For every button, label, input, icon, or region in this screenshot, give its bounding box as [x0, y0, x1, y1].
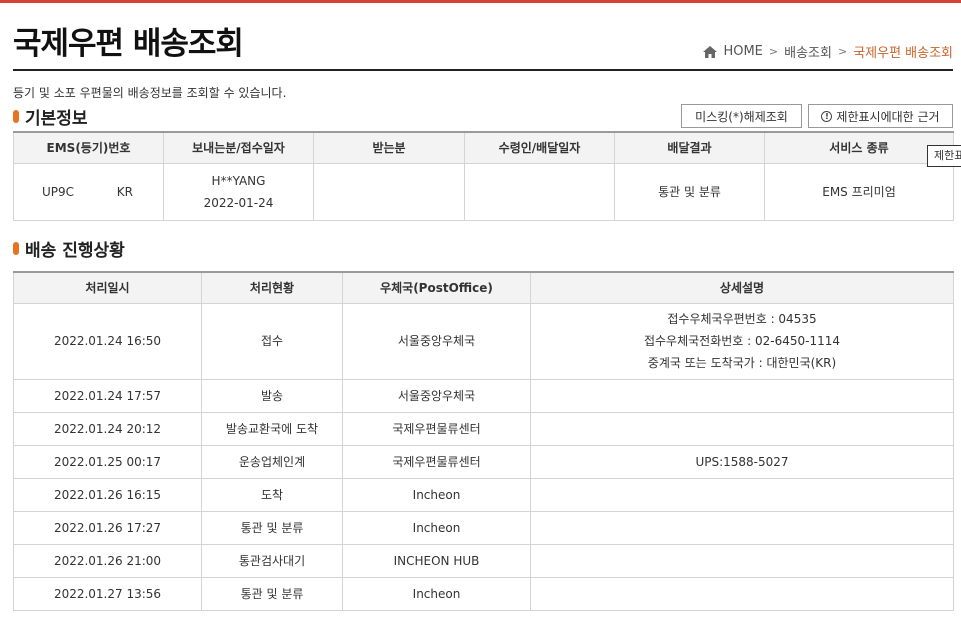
office-cell: 국제우편물류센터 — [342, 411, 531, 446]
datetime-cell: 2022.01.24 17:57 — [13, 378, 202, 413]
column-header: 배달결과 — [614, 131, 765, 164]
title-divider — [13, 69, 953, 71]
table-row: 2022.01.26 17:27 통관 및 분류 Incheon — [13, 510, 954, 545]
detail-line: 중계국 또는 도착국가 : 대한민국(KR) — [647, 356, 837, 370]
datetime-cell: 2022.01.27 13:56 — [13, 576, 202, 611]
status-cell: 운송업체인계 — [201, 444, 343, 479]
tracking-suffix: KR — [116, 184, 133, 199]
table-row: 2022.01.24 17:57 발송 서울중앙우체국 — [13, 378, 954, 413]
basic-info-heading: 기본정보 — [13, 104, 88, 129]
sender-date-cell: H**YANG 2022-01-24 — [163, 162, 314, 221]
detail-cell — [530, 510, 954, 545]
column-header: 처리현황 — [201, 271, 343, 304]
table-row: 2022.01.26 21:00 통관검사대기 INCHEON HUB — [13, 543, 954, 578]
sender-name: H**YANG — [211, 173, 266, 188]
detail-cell: UPS:1588-5027 — [530, 444, 954, 479]
datetime-cell: 2022.01.24 20:12 — [13, 411, 202, 446]
receiver-cell — [313, 162, 465, 221]
datetime-cell: 2022.01.25 00:17 — [13, 444, 202, 479]
column-header: 상세설명 — [530, 271, 954, 304]
chevron-right-icon: > — [768, 45, 779, 58]
status-cell: 접수 — [201, 302, 343, 380]
table-row: 2022.01.25 00:17 운송업체인계 국제우편물류센터 UPS:158… — [13, 444, 954, 479]
column-header: 보내는분/접수일자 — [163, 131, 314, 164]
unmask-button-label: 미스킹(*)해제조회 — [695, 109, 788, 124]
tooltip: 제한표 — [927, 145, 961, 167]
section-bullet-icon — [13, 242, 19, 255]
restriction-button-label: 제한표시에대한 근거 — [836, 109, 940, 124]
table-row: UP9C KR H**YANG 2022-01-24 통관 및 분류 EMS 프… — [13, 162, 954, 221]
office-cell: INCHEON HUB — [342, 543, 531, 578]
restriction-basis-button[interactable]: ! 제한표시에대한 근거 — [808, 104, 953, 128]
table-row: 2022.01.24 16:50 접수 서울중앙우체국 접수우체국우편번호 : … — [13, 302, 954, 380]
basic-info-title: 기본정보 — [25, 109, 88, 129]
delivery-result-cell: 통관 및 분류 — [614, 162, 765, 221]
breadcrumb: HOME > 배송조회 > 국제우편 배송조회 — [703, 42, 953, 61]
status-cell: 통관 및 분류 — [201, 510, 343, 545]
detail-cell — [530, 378, 954, 413]
recipient-date-cell — [464, 162, 615, 221]
section-bullet-icon — [13, 110, 19, 123]
breadcrumb-home[interactable]: HOME — [723, 44, 762, 59]
table-header-row: EMS(등기)번호 보내는분/접수일자 받는분 수령인/배달일자 배달결과 서비… — [13, 131, 954, 164]
table-row: 2022.01.27 13:56 통관 및 분류 Incheon — [13, 576, 954, 611]
office-cell: 국제우편물류센터 — [342, 444, 531, 479]
table-row: 2022.01.26 16:15 도착 Incheon — [13, 477, 954, 512]
status-cell: 발송 — [201, 378, 343, 413]
progress-heading: 배송 진행상황 — [13, 236, 125, 261]
home-icon[interactable] — [703, 45, 718, 58]
info-icon: ! — [821, 110, 833, 122]
breadcrumb-level1[interactable]: 배송조회 — [784, 42, 832, 61]
column-header: EMS(등기)번호 — [13, 131, 164, 164]
column-header: 우체국(PostOffice) — [342, 271, 531, 304]
detail-cell: 접수우체국우편번호 : 04535 접수우체국전화번호 : 02-6450-11… — [530, 302, 954, 380]
chevron-right-icon: > — [837, 45, 848, 58]
column-header: 서비스 종류 — [764, 131, 954, 164]
progress-table: 처리일시 처리현황 우체국(PostOffice) 상세설명 2022.01.2… — [13, 271, 954, 611]
detail-line: 접수우체국우편번호 : 04535 — [667, 312, 817, 326]
datetime-cell: 2022.01.26 17:27 — [13, 510, 202, 545]
datetime-cell: 2022.01.26 21:00 — [13, 543, 202, 578]
office-cell: Incheon — [342, 477, 531, 512]
table-header-row: 처리일시 처리현황 우체국(PostOffice) 상세설명 — [13, 271, 954, 304]
service-type-cell: EMS 프리미엄 — [764, 162, 954, 221]
basic-info-table: EMS(등기)번호 보내는분/접수일자 받는분 수령인/배달일자 배달결과 서비… — [13, 131, 954, 221]
table-row: 2022.01.24 20:12 발송교환국에 도착 국제우편물류센터 — [13, 411, 954, 446]
office-cell: 서울중앙우체국 — [342, 378, 531, 413]
detail-cell — [530, 411, 954, 446]
status-cell: 통관검사대기 — [201, 543, 343, 578]
detail-cell — [530, 543, 954, 578]
tracking-number-cell: UP9C KR — [13, 162, 164, 221]
column-header: 받는분 — [313, 131, 465, 164]
detail-cell — [530, 477, 954, 512]
datetime-cell: 2022.01.26 16:15 — [13, 477, 202, 512]
intro-text: 등기 및 소포 우편물의 배송정보를 조회할 수 있습니다. — [13, 86, 287, 100]
status-cell: 발송교환국에 도착 — [201, 411, 343, 446]
detail-line: 접수우체국전화번호 : 02-6450-1114 — [643, 334, 841, 348]
page-title: 국제우편 배송조회 — [13, 26, 244, 62]
office-cell: Incheon — [342, 510, 531, 545]
status-cell: 통관 및 분류 — [201, 576, 343, 611]
column-header: 처리일시 — [13, 271, 202, 304]
receipt-date: 2022-01-24 — [203, 195, 274, 210]
unmask-button[interactable]: 미스킹(*)해제조회 — [681, 104, 802, 128]
column-header: 수령인/배달일자 — [464, 131, 615, 164]
office-cell: 서울중앙우체국 — [342, 302, 531, 380]
status-cell: 도착 — [201, 477, 343, 512]
detail-cell — [530, 576, 954, 611]
office-cell: Incheon — [342, 576, 531, 611]
tracking-prefix: UP9C — [42, 184, 75, 199]
top-accent-line — [0, 0, 961, 3]
datetime-cell: 2022.01.24 16:50 — [13, 302, 202, 380]
breadcrumb-current[interactable]: 국제우편 배송조회 — [853, 42, 953, 61]
progress-title: 배송 진행상황 — [25, 241, 125, 261]
